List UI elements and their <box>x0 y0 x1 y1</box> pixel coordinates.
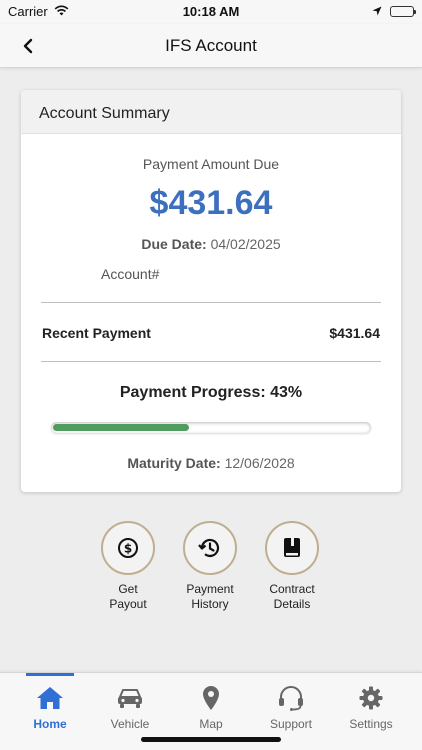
tab-bar: Home Vehicle Map Support Settings <box>0 672 422 750</box>
account-number-label: Account# <box>101 266 160 282</box>
tab-map[interactable]: Map <box>171 673 251 737</box>
contract-details-label: Contract Details <box>269 582 315 611</box>
due-date-value: 04/02/2025 <box>210 236 281 252</box>
payment-progress-label: Payment Progress: 43% <box>119 384 303 401</box>
map-pin-icon <box>202 685 220 711</box>
recent-payment-value: $431.64 <box>329 325 380 341</box>
payment-progress-fill <box>53 424 189 431</box>
quick-actions: $ Get Payout Payment History Contract Detai… <box>101 521 319 612</box>
get-payout-circle[interactable]: $ <box>101 521 155 575</box>
car-icon <box>115 685 145 711</box>
headset-icon <box>276 685 306 711</box>
payment-history-button[interactable]: Payment History <box>183 521 237 612</box>
due-date-label: Due Date: <box>141 236 207 252</box>
home-icon <box>35 685 65 711</box>
tab-settings[interactable]: Settings <box>331 673 411 737</box>
book-icon <box>284 538 300 557</box>
payment-amount-due-value: $431.64 <box>149 184 273 222</box>
tab-support[interactable]: Support <box>251 673 331 737</box>
tab-home[interactable]: Home <box>10 673 90 737</box>
gear-icon <box>358 685 384 711</box>
payment-history-label: Payment History <box>186 582 234 611</box>
history-clock-icon <box>198 538 220 558</box>
payment-amount-due-label: Payment Amount Due <box>142 156 280 172</box>
maturity-date-label: Maturity Date: <box>127 455 221 471</box>
account-summary-card: Account Summary Payment Amount Due $431.… <box>21 90 401 492</box>
divider <box>41 361 381 362</box>
svg-text:$: $ <box>124 542 132 556</box>
nav-bar: IFS Account <box>0 24 422 68</box>
get-payout-label: Get Payout <box>109 582 147 611</box>
tab-home-label: Home <box>33 717 67 731</box>
status-time: 10:18 AM <box>182 4 240 19</box>
maturity-date-value: 12/06/2028 <box>224 455 295 471</box>
home-indicator[interactable] <box>141 737 281 742</box>
tab-map-label: Map <box>199 717 223 731</box>
contract-details-circle[interactable] <box>265 521 319 575</box>
tab-settings-label: Settings <box>349 717 393 731</box>
tab-vehicle-label: Vehicle <box>110 717 150 731</box>
recent-payment-row: Recent Payment $431.64 <box>42 325 380 341</box>
maturity-date-row: Maturity Date: 12/06/2028 <box>21 455 401 471</box>
get-payout-button[interactable]: $ Get Payout <box>101 521 155 612</box>
recent-payment-label: Recent Payment <box>42 325 151 341</box>
contract-details-button[interactable]: Contract Details <box>265 521 319 612</box>
location-arrow-icon <box>372 4 382 19</box>
page-title: IFS Account <box>165 36 257 55</box>
due-date-row: Due Date: 04/02/2025 <box>21 236 401 252</box>
payment-progress-bar <box>51 422 371 433</box>
status-bar: Carrier 10:18 AM <box>0 0 422 24</box>
dollar-circle-icon: $ <box>118 538 138 558</box>
status-right <box>372 4 416 19</box>
card-title: Account Summary <box>21 90 401 134</box>
tab-support-label: Support <box>269 717 313 731</box>
payment-history-circle[interactable] <box>183 521 237 575</box>
divider <box>41 302 381 303</box>
battery-icon <box>390 6 416 17</box>
tab-vehicle[interactable]: Vehicle <box>90 673 170 737</box>
